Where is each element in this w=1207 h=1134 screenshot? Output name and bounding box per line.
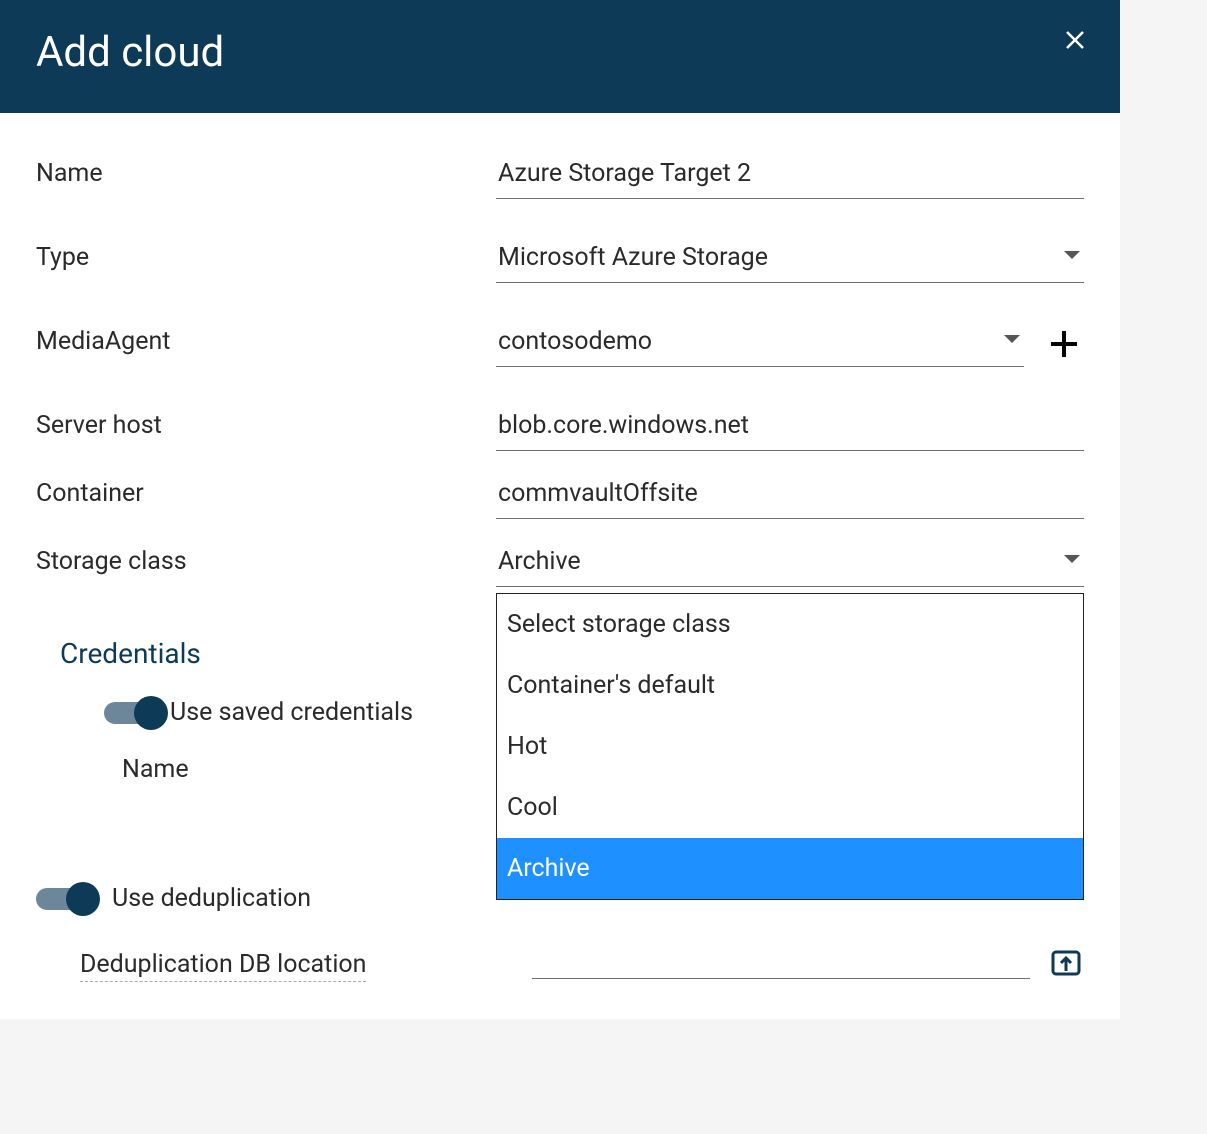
use-dedup-label: Use deduplication [112, 884, 311, 913]
row-storageclass: Storage class Archive Select storage cla… [36, 541, 1084, 587]
dialog-title: Add cloud [36, 28, 1084, 77]
storageclass-option[interactable]: Container's default [497, 655, 1083, 716]
toggle-knob [134, 696, 168, 730]
row-dedup-location: Deduplication DB location [36, 943, 1084, 979]
serverhost-input[interactable] [496, 405, 1084, 451]
credentials-name-label: Name [122, 755, 189, 784]
storageclass-select[interactable]: Archive [496, 541, 1084, 587]
label-mediaagent: MediaAgent [36, 321, 496, 356]
add-mediaagent-button[interactable] [1044, 324, 1084, 364]
add-cloud-dialog: Add cloud Name Type Microsoft Azure Stor… [0, 0, 1120, 1019]
dedup-location-input[interactable] [532, 949, 1030, 979]
use-dedup-toggle[interactable] [36, 888, 96, 910]
type-select[interactable]: Microsoft Azure Storage [496, 237, 1084, 283]
label-name: Name [36, 153, 496, 188]
name-input[interactable] [496, 153, 1084, 199]
storageclass-option[interactable]: Select storage class [497, 594, 1083, 655]
browse-icon [1050, 945, 1082, 977]
dedup-location-label: Deduplication DB location [80, 950, 366, 982]
label-serverhost: Server host [36, 405, 496, 440]
mediaagent-select[interactable]: contosodemo [496, 321, 1024, 367]
label-storageclass: Storage class [36, 541, 496, 576]
row-serverhost: Server host [36, 405, 1084, 451]
close-button[interactable] [1060, 25, 1090, 55]
storageclass-option[interactable]: Archive [497, 838, 1083, 899]
use-saved-credentials-label: Use saved credentials [170, 698, 413, 727]
row-mediaagent: MediaAgent contosodemo [36, 321, 1084, 367]
browse-location-button[interactable] [1048, 943, 1084, 979]
toggle-knob [66, 882, 100, 916]
plus-icon [1049, 329, 1079, 359]
storageclass-option[interactable]: Hot [497, 716, 1083, 777]
use-saved-credentials-toggle[interactable] [104, 702, 164, 724]
dialog-body: Name Type Microsoft Azure Storage MediaA… [0, 113, 1120, 1019]
row-name: Name [36, 153, 1084, 199]
close-icon [1065, 30, 1085, 50]
storageclass-dropdown: Select storage classContainer's defaultH… [496, 593, 1084, 900]
row-type: Type Microsoft Azure Storage [36, 237, 1084, 283]
label-type: Type [36, 237, 496, 272]
row-container: Container [36, 473, 1084, 519]
dialog-header: Add cloud [0, 0, 1120, 113]
container-input[interactable] [496, 473, 1084, 519]
label-container: Container [36, 473, 496, 508]
storageclass-option[interactable]: Cool [497, 777, 1083, 838]
